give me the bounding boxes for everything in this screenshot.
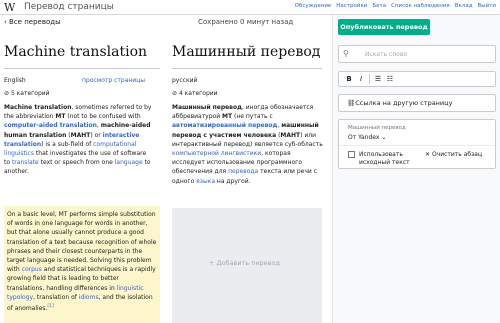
target-language: русский: [172, 77, 198, 84]
wiki-link[interactable]: translate: [12, 159, 39, 166]
search-icon: ⚲: [343, 49, 349, 58]
toolbar-separator: [369, 74, 370, 84]
view-page-link[interactable]: просмотр страницы: [82, 77, 145, 84]
top-link-contributions[interactable]: Вклад: [455, 3, 473, 9]
italic-button[interactable]: I: [355, 75, 367, 83]
text-run: ) or: [90, 131, 103, 139]
dictionary-search-input[interactable]: ⚲ Искать слово: [338, 45, 496, 63]
add-link-text: Ссылка на другую страницу: [355, 99, 453, 107]
close-icon: ✕: [425, 151, 432, 158]
tools-sidebar: Опубликовать перевод ⚲ Искать слово B I …: [332, 15, 500, 323]
source-title-divider: [4, 68, 160, 69]
top-link-settings[interactable]: Настройки: [336, 3, 367, 9]
wiki-link[interactable]: компьютерной лингвистики: [172, 150, 261, 157]
bold-term: МТ: [222, 113, 233, 121]
bulleted-list-icon[interactable]: ☷: [384, 75, 396, 83]
add-link-button[interactable]: ⛓Ссылка на другую страницу: [338, 94, 496, 112]
wiki-link[interactable]: перевода: [228, 168, 258, 175]
chevron-down-icon: ⌄: [381, 134, 387, 141]
top-link-beta[interactable]: Бета: [372, 3, 386, 9]
text-run: On a basic level, MT performs simple sub…: [7, 211, 157, 274]
machine-translation-card: Машинный перевод От Yandex ⌄ Использоват…: [338, 119, 496, 169]
wikipedia-logo[interactable]: W: [4, 1, 15, 14]
bold-term: Машинный перевод: [172, 104, 242, 111]
text-run: (не путать с: [232, 113, 273, 121]
back-to-translations-link[interactable]: ‹ Все переводы: [4, 18, 61, 26]
wiki-link[interactable]: corpus: [22, 266, 42, 273]
wiki-link[interactable]: idioms: [79, 294, 99, 301]
wiki-link[interactable]: language: [115, 159, 143, 166]
top-link-discussion[interactable]: Обсуждение: [295, 3, 332, 9]
bold-term: МАНТ: [280, 131, 301, 139]
clear-paragraph-label: Очистить абзац: [431, 151, 483, 158]
source-paragraph-1[interactable]: Machine translation, sometimes referred …: [4, 103, 154, 177]
use-source-label[interactable]: Использовать исходный текст: [359, 151, 415, 167]
publish-button[interactable]: Опубликовать перевод: [338, 19, 430, 35]
target-categories-label: 4 категории: [178, 90, 218, 97]
text-run: ) is a sub-field of: [41, 140, 94, 148]
top-links: Обсуждение Настройки Бета Список наблюде…: [295, 3, 496, 9]
app-title: Перевод страницы: [24, 2, 114, 12]
source-paragraph-2[interactable]: On a basic level, MT performs simple sub…: [7, 210, 158, 313]
wiki-link[interactable]: автоматизированный перевод: [172, 122, 277, 129]
source-language: English: [4, 77, 26, 84]
source-title: Machine translation: [4, 44, 148, 60]
add-link-label: ⛓Ссылка на другую страницу: [347, 99, 452, 107]
target-categories[interactable]: ⊘ 4 категории: [172, 90, 218, 97]
clear-paragraph-button[interactable]: ✕ Очистить абзац: [425, 151, 482, 158]
target-title-divider: [172, 68, 322, 69]
tag-icon: ⊘: [172, 90, 179, 97]
target-paragraph-1[interactable]: Машинный перевод, иногда обозначается аб…: [172, 103, 324, 186]
formatting-toolbar: B I ☰ ☷: [338, 71, 496, 87]
mt-divider: [339, 145, 495, 146]
bold-term: MAHT: [70, 131, 91, 139]
source-categories-label: 5 категорий: [10, 90, 50, 97]
use-source-checkbox[interactable]: [348, 151, 355, 158]
mt-provider-value: От Yandex: [348, 134, 380, 141]
top-link-watchlist[interactable]: Список наблюдения: [391, 3, 450, 9]
bold-button[interactable]: B: [343, 75, 355, 83]
save-status: Сохранено 0 минут назад: [198, 18, 294, 26]
mt-label: Машинный перевод: [348, 125, 406, 131]
wiki-link[interactable]: языка: [196, 178, 215, 185]
mt-provider-select[interactable]: От Yandex ⌄: [348, 134, 386, 141]
target-title[interactable]: Машинный перевод: [172, 44, 320, 60]
top-bar: W Перевод страницы Обсуждение Настройки …: [0, 0, 500, 15]
text-run: на другой.: [215, 177, 251, 185]
add-translation-area[interactable]: + Добавить перевод: [172, 208, 322, 323]
sub-bar: ‹ Все переводы Сохранено 0 минут назад: [0, 15, 332, 31]
text-run: , translation of: [33, 293, 79, 301]
top-link-logout[interactable]: Выйти: [478, 3, 496, 9]
add-translation-label: + Добавить перевод: [209, 259, 280, 267]
source-categories[interactable]: ⊘ 5 категорий: [4, 90, 50, 97]
text-run: text or speech from one: [38, 159, 115, 167]
reference-link[interactable]: [1]: [47, 304, 53, 309]
tag-icon: ⊘: [4, 90, 11, 97]
numbered-list-icon[interactable]: ☰: [372, 75, 384, 83]
bold-term: MT: [55, 113, 66, 121]
search-placeholder: Искать слово: [365, 51, 408, 58]
bold-term: Machine translation: [4, 104, 72, 111]
wiki-link[interactable]: computer-aided translation: [4, 122, 97, 129]
text-run: (not to be confused with: [65, 113, 141, 121]
